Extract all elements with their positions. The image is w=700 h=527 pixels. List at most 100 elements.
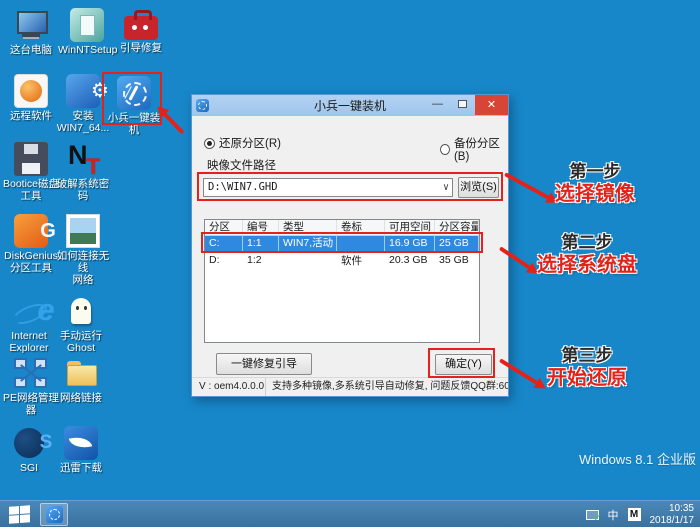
xiaobing-app-icon [117,76,151,110]
photo-icon [66,214,100,248]
step-label: 第三步 [561,346,613,365]
maximize-button[interactable] [450,95,475,115]
remote-software-icon [14,74,48,108]
xiaobing-app-icon [45,506,63,523]
dialog-titlebar[interactable]: 小兵一键装机 — ✕ [192,95,508,116]
repair-boot-button[interactable]: 一键修复引导 [216,353,312,375]
cell: WIN7,活动 [279,236,337,252]
cell: 25 GB [435,236,479,252]
ghost-icon [64,294,98,328]
radio-selected-icon [204,137,215,149]
folder-icon [64,356,98,390]
ok-button[interactable]: 确定(Y) [435,354,492,375]
close-button[interactable]: ✕ [475,95,508,115]
computer-icon [14,8,48,42]
gear-icon [66,74,117,108]
radio-restore-partition[interactable]: 还原分区(R) [204,135,281,151]
clock-date: 2018/1/17 [649,514,695,526]
desktop-icon-network-link[interactable]: 网络链接 [52,356,110,404]
toolbox-icon [124,10,158,40]
browse-button[interactable]: 浏览(S) [458,177,499,198]
taskbar-app-xiaobing[interactable] [40,503,68,526]
icon-label: 迅雷下载 [60,462,102,474]
version-text: V : oem4.0.0.0 [192,378,266,396]
network-tray-icon[interactable] [585,509,602,524]
step-label: 第二步 [561,233,613,252]
window-app-icon [196,99,209,112]
col-header: 编号 [243,220,279,235]
desktop-icon-sgi[interactable]: SGI [0,426,63,474]
col-header: 可用空间 [385,220,435,235]
cell: C: [205,236,243,252]
desktop-icon-bootice[interactable]: Bootice磁盘 工具 [2,142,60,202]
annotation-step1: 第一步 选择镜像 [540,161,650,206]
desktop-icon-crack-password[interactable]: 破解系统密码 [54,140,112,202]
image-path-combobox[interactable]: D:\WIN7.GHD [203,178,453,197]
col-header: 分区容量 [435,220,479,235]
desktop-icon-install-win7[interactable]: 安装 WIN7_64... [54,74,117,134]
desktop-icon-ghost[interactable]: 手动运行 Ghost [52,294,110,354]
radio-unselected-icon [440,143,450,155]
status-bar: V : oem4.0.0.0 支持多种镜像,多系统引导自动修复, 问题反馈QQ群… [192,377,508,396]
network-diagram-icon [14,356,48,390]
desktop-icon-diskgenius[interactable]: DiskGenius 分区工具 [2,214,65,274]
annotation-step3: 第三步 开始还原 [532,345,642,390]
table-row-c-selected[interactable]: C: 1:1 WIN7,活动 16.9 GB 25 GB [205,236,479,252]
cell: 16.9 GB [385,236,435,252]
start-button[interactable] [9,505,31,525]
desktop-icon-remote-software[interactable]: 远程软件 [2,74,60,122]
arrow-desktop-icon [162,112,185,135]
key-icon [66,140,100,180]
desktop-icon-xiaobing[interactable]: 小兵一键装机 [105,76,163,136]
cell: 20.3 GB [389,254,428,266]
image-path-label: 映像文件路径 [207,160,276,172]
cell: 1:1 [243,236,279,252]
status-message: 支持多种镜像,多系统引导自动修复, 问题反馈QQ群:606616468 [272,381,508,392]
minimize-button[interactable]: — [425,95,450,115]
table-header-row: 分区 编号 类型 卷标 可用空间 分区容量 [205,220,479,236]
thunder-bird-icon [64,426,98,460]
radio-backup-partition[interactable]: 备份分区(B) [440,135,508,163]
ime-indicator[interactable]: 中 [608,507,619,523]
radio-label: 备份分区(B) [453,138,500,163]
icon-label: 安装 WIN7_64... [56,110,110,134]
taskbar-clock[interactable]: 10:35 2018/1/17 [650,503,697,527]
desktop-icon-this-pc[interactable]: 这台电脑 [2,8,60,56]
desktop-icon-thunder[interactable]: 迅雷下载 [52,426,110,474]
action-label: 选择系统盘 [537,254,637,276]
desktop-icon-ie[interactable]: Internet Explorer [0,294,63,354]
desktop-icon-winntsetup[interactable]: WinNTSetup [58,8,118,56]
step-label: 第一步 [569,162,621,181]
desktop-icon-boot-repair[interactable]: 引导修复 [112,8,170,54]
icon-label: 手动运行 Ghost [60,330,102,354]
cell: 1:2 [247,254,262,266]
icon-label: Internet Explorer [9,330,49,354]
installer-box-icon [70,8,104,42]
icon-label: SGI [19,462,39,474]
col-header: 分区 [205,220,243,235]
partition-table: 分区 编号 类型 卷标 可用空间 分区容量 C: 1:1 WIN7,活动 16.… [204,219,480,343]
diskgenius-icon [14,214,65,248]
icon-label: Bootice磁盘 工具 [2,178,60,202]
cell [337,236,385,252]
maximize-icon [458,100,467,108]
icon-label: 引导修复 [120,42,162,54]
desktop-icon-wireless-help[interactable]: 如何连接无线 网络 [54,214,112,286]
radio-label: 还原分区(R) [219,138,281,150]
windows-edition-watermark: Windows 8.1 企业版 [578,452,696,467]
col-header: 卷标 [337,220,385,235]
icon-label: 远程软件 [10,110,52,122]
table-row-d[interactable]: D: 1:2 软件 20.3 GB 35 GB [205,252,479,268]
floppy-disk-icon [14,142,48,176]
action-label: 开始还原 [547,367,627,389]
sgi-icon [12,426,63,460]
ie-browser-icon [12,294,63,328]
col-header: 类型 [279,220,337,235]
cell: 35 GB [439,254,469,266]
icon-label: DiskGenius 分区工具 [4,250,58,274]
cell: D: [209,254,220,266]
taskbar: 中 M 10:35 2018/1/17 [0,500,700,527]
icon-label: WinNTSetup [58,44,118,56]
ime-mode-icon[interactable]: M [627,508,641,521]
icon-label: 如何连接无线 网络 [56,250,110,286]
